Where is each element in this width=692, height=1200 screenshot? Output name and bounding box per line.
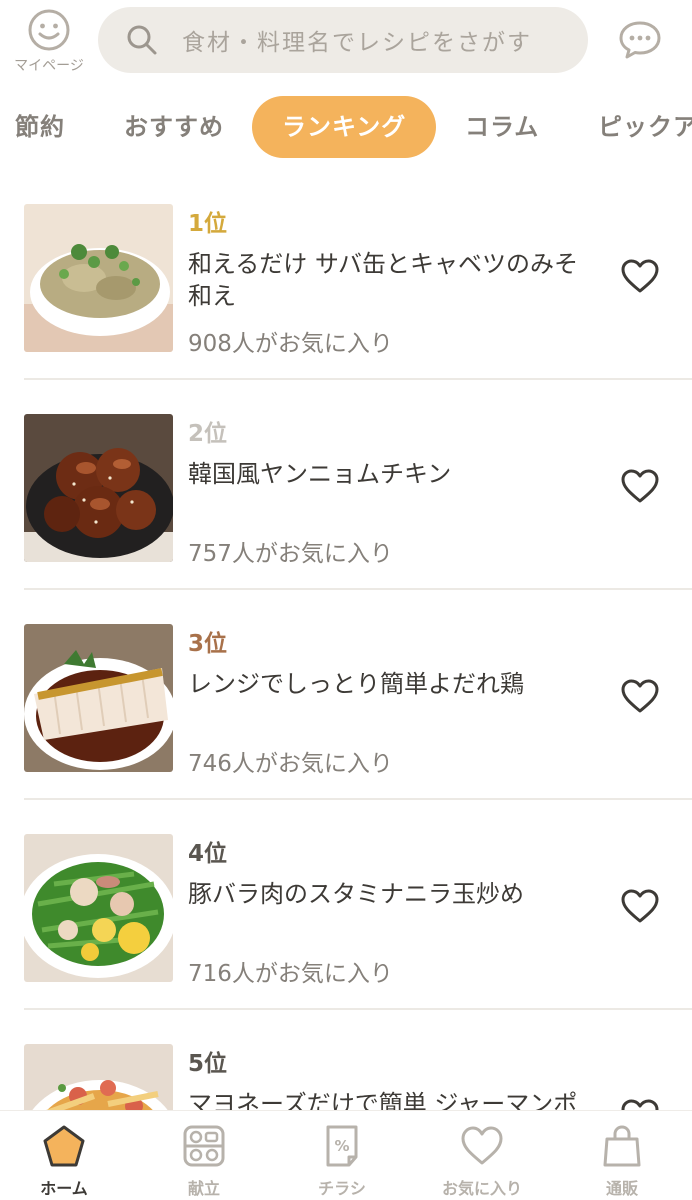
favorite-count: 757人がお気に入り xyxy=(188,541,393,567)
tab-pickup[interactable]: ピックアップ xyxy=(598,96,692,158)
smiley-face-icon xyxy=(28,9,70,51)
saba-cabbage-image xyxy=(24,204,173,352)
app-header: マイページ 食材・料理名でレシピをさがす xyxy=(0,0,692,88)
favorite-heart-icon[interactable] xyxy=(620,258,660,294)
yangnyeom-chicken-image xyxy=(24,414,173,562)
favorite-count: 716人がお気に入り xyxy=(188,961,393,987)
bottom-navigation: ホーム 献立 % チラシ お気に入り 通販 xyxy=(0,1110,692,1200)
flyer-icon: % xyxy=(326,1125,358,1167)
tab-setsuyaku[interactable]: 節約 xyxy=(15,96,65,158)
search-icon xyxy=(127,25,157,55)
favorite-count: 908人がお気に入り xyxy=(188,331,393,357)
tab-column[interactable]: コラム xyxy=(465,96,539,158)
recipe-thumbnail[interactable] xyxy=(24,834,173,982)
recipe-row[interactable]: 1位 和えるだけ サバ缶とキャベツのみそ和え 908人がお気に入り xyxy=(0,170,692,380)
nav-menu-plan-label: 献立 xyxy=(187,1179,220,1198)
recipe-row[interactable]: 3位 レンジでしっとり簡単よだれ鶏 746人がお気に入り xyxy=(0,590,692,800)
favorite-heart-icon[interactable] xyxy=(620,678,660,714)
recipe-title[interactable]: 韓国風ヤンニョムチキン xyxy=(188,458,588,490)
nav-flyer[interactable]: % チラシ xyxy=(282,1123,402,1199)
nav-favorites-label: お気に入り xyxy=(441,1179,522,1198)
recipe-title[interactable]: マヨネーズだけで簡単 ジャーマンポテト xyxy=(188,1088,588,1112)
recipe-thumbnail[interactable] xyxy=(24,414,173,562)
nav-menu-plan[interactable]: 献立 xyxy=(144,1123,264,1199)
recipe-title[interactable]: 豚バラ肉のスタミナニラ玉炒め xyxy=(188,878,588,910)
tab-ranking[interactable]: ランキング xyxy=(252,96,437,158)
favorite-heart-icon[interactable] xyxy=(620,468,660,504)
rank-label: 2位 xyxy=(188,421,228,447)
rank-label: 1位 xyxy=(188,211,228,237)
nav-flyer-label: チラシ xyxy=(318,1179,366,1198)
recipe-row[interactable]: 4位 豚バラ肉のスタミナニラ玉炒め 716人がお気に入り xyxy=(0,800,692,1010)
mypage-button[interactable]: マイページ xyxy=(8,8,90,75)
nira-tama-image xyxy=(24,834,173,982)
menu-plan-icon xyxy=(183,1125,225,1167)
recipe-thumbnail[interactable] xyxy=(24,624,173,772)
recipe-thumbnail[interactable] xyxy=(24,204,173,352)
german-potato-image xyxy=(24,1044,173,1112)
rank-label: 4位 xyxy=(188,841,228,867)
rank-label: 5位 xyxy=(188,1051,228,1077)
nav-favorites[interactable]: お気に入り xyxy=(422,1123,542,1199)
chat-bubble-icon[interactable] xyxy=(618,20,662,60)
favorite-heart-icon[interactable] xyxy=(620,888,660,924)
svg-text:%: % xyxy=(334,1137,349,1155)
recipe-title[interactable]: 和えるだけ サバ缶とキャベツのみそ和え xyxy=(188,248,588,312)
ranking-list: 1位 和えるだけ サバ缶とキャベツのみそ和え 908人がお気に入り 2位 韓国風… xyxy=(0,170,692,1112)
tab-osusume[interactable]: おすすめ xyxy=(124,96,224,158)
favorite-count: 746人がお気に入り xyxy=(188,751,393,777)
category-tabs: 節約 おすすめ ランキング コラム ピックアップ xyxy=(0,96,692,160)
recipe-row[interactable]: 2位 韓国風ヤンニョムチキン 757人がお気に入り xyxy=(0,380,692,590)
mypage-label: マイページ xyxy=(14,58,84,74)
yodare-dori-image xyxy=(24,624,173,772)
nav-shopping-label: 通販 xyxy=(605,1179,638,1198)
nav-home-label: ホーム xyxy=(40,1179,88,1198)
heart-icon xyxy=(461,1126,503,1165)
recipe-thumbnail[interactable] xyxy=(24,1044,173,1112)
home-icon xyxy=(43,1125,85,1167)
nav-home[interactable]: ホーム xyxy=(4,1123,124,1199)
nav-shopping[interactable]: 通販 xyxy=(562,1123,682,1199)
recipe-row[interactable]: 5位 マヨネーズだけで簡単 ジャーマンポテト xyxy=(0,1010,692,1112)
search-placeholder: 食材・料理名でレシピをさがす xyxy=(182,30,532,56)
search-bar[interactable]: 食材・料理名でレシピをさがす xyxy=(98,7,588,73)
shopping-bag-icon xyxy=(603,1125,641,1167)
recipe-title[interactable]: レンジでしっとり簡単よだれ鶏 xyxy=(188,668,588,700)
rank-label: 3位 xyxy=(188,631,228,657)
